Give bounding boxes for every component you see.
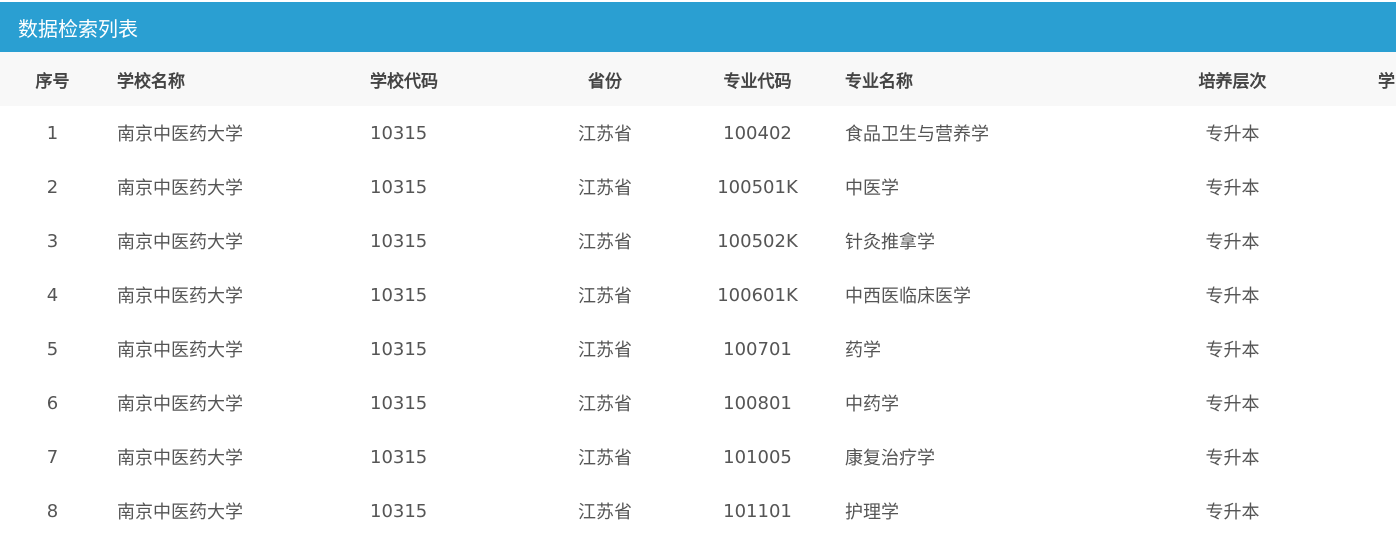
cell-index: 3 <box>46 230 59 252</box>
table-row: 1 南京中医药大学 10315 江苏省 100402 食品卫生与营养学 专升本 … <box>0 106 1396 160</box>
table-row: 3 南京中医药大学 10315 江苏省 100502K 针灸推拿学 专升本 业余 <box>0 214 1396 268</box>
cell-major-name: 针灸推拿学 <box>845 232 935 253</box>
cell-index: 5 <box>46 338 59 360</box>
header-row: 序号 学校名称 学校代码 省份 专业代码 专业名称 培养层次 学习形式 <box>0 52 1396 106</box>
header-index: 序号 <box>0 52 105 106</box>
cell-province: 江苏省 <box>578 286 632 307</box>
cell-school-code: 10315 <box>370 284 428 306</box>
results-table: 序号 学校名称 学校代码 省份 专业代码 专业名称 培养层次 学习形式 1 南京… <box>0 52 1396 538</box>
cell-index: 2 <box>46 176 59 198</box>
cell-major-code: 100701 <box>723 338 792 360</box>
cell-major-code: 100801 <box>723 392 792 414</box>
cell-school-code: 10315 <box>370 446 428 468</box>
table-row: 7 南京中医药大学 10315 江苏省 101005 康复治疗学 专升本 业余 <box>0 430 1396 484</box>
cell-major-code: 100502K <box>717 230 798 252</box>
cell-training-level: 专升本 <box>1205 286 1260 307</box>
cell-study-mode: 业余 <box>1310 160 1396 214</box>
cell-province: 江苏省 <box>578 448 632 469</box>
cell-school-code: 10315 <box>370 230 428 252</box>
cell-study-mode: 函授 <box>1310 376 1396 430</box>
cell-school-code: 10315 <box>370 338 428 360</box>
cell-training-level: 专升本 <box>1205 340 1260 361</box>
cell-school-name: 南京中医药大学 <box>117 502 243 523</box>
panel-title: 数据检索列表 <box>18 16 138 41</box>
cell-school-name: 南京中医药大学 <box>117 232 243 253</box>
cell-school-name: 南京中医药大学 <box>117 178 243 199</box>
cell-index: 1 <box>46 122 59 144</box>
cell-study-mode: 函授 <box>1310 106 1396 160</box>
cell-index: 4 <box>46 284 59 306</box>
cell-school-code: 10315 <box>370 176 428 198</box>
header-major-code: 专业代码 <box>690 52 825 106</box>
cell-study-mode: 业余 <box>1310 430 1396 484</box>
cell-study-mode: 业余 <box>1310 268 1396 322</box>
cell-major-name: 中医学 <box>845 178 899 199</box>
header-major-name: 专业名称 <box>825 52 1155 106</box>
panel-header: 数据检索列表 <box>0 0 1396 52</box>
cell-school-code: 10315 <box>370 500 428 522</box>
cell-school-name: 南京中医药大学 <box>117 124 243 145</box>
search-results-panel: 数据检索列表 序号 学校名称 学校代码 省份 专业代码 专业名称 培养层次 学习… <box>0 0 1396 542</box>
cell-major-name: 护理学 <box>845 502 899 523</box>
cell-major-name: 食品卫生与营养学 <box>845 124 989 145</box>
cell-school-name: 南京中医药大学 <box>117 340 243 361</box>
cell-province: 江苏省 <box>578 502 632 523</box>
table-body: 1 南京中医药大学 10315 江苏省 100402 食品卫生与营养学 专升本 … <box>0 106 1396 538</box>
table-row: 2 南京中医药大学 10315 江苏省 100501K 中医学 专升本 业余 <box>0 160 1396 214</box>
cell-province: 江苏省 <box>578 340 632 361</box>
cell-training-level: 专升本 <box>1205 448 1260 469</box>
cell-school-name: 南京中医药大学 <box>117 286 243 307</box>
cell-province: 江苏省 <box>578 232 632 253</box>
header-training-level: 培养层次 <box>1155 52 1310 106</box>
cell-school-name: 南京中医药大学 <box>117 394 243 415</box>
cell-study-mode: 业余 <box>1310 214 1396 268</box>
cell-school-name: 南京中医药大学 <box>117 448 243 469</box>
cell-index: 8 <box>46 500 59 522</box>
cell-study-mode: 函授 <box>1310 484 1396 538</box>
cell-index: 6 <box>46 392 59 414</box>
cell-training-level: 专升本 <box>1205 394 1260 415</box>
header-school-code: 学校代码 <box>352 52 520 106</box>
cell-major-name: 中西医临床医学 <box>845 286 971 307</box>
cell-major-code: 101101 <box>723 500 792 522</box>
header-province: 省份 <box>520 52 690 106</box>
table-header: 序号 学校名称 学校代码 省份 专业代码 专业名称 培养层次 学习形式 <box>0 52 1396 106</box>
cell-major-code: 100501K <box>717 176 798 198</box>
cell-province: 江苏省 <box>578 178 632 199</box>
cell-major-name: 康复治疗学 <box>845 448 935 469</box>
cell-training-level: 专升本 <box>1205 178 1260 199</box>
cell-province: 江苏省 <box>578 124 632 145</box>
cell-training-level: 专升本 <box>1205 502 1260 523</box>
cell-index: 7 <box>46 446 59 468</box>
cell-training-level: 专升本 <box>1205 232 1260 253</box>
cell-major-code: 100601K <box>717 284 798 306</box>
cell-study-mode: 函授 <box>1310 322 1396 376</box>
cell-major-name: 中药学 <box>845 394 899 415</box>
cell-major-code: 101005 <box>723 446 792 468</box>
header-study-mode: 学习形式 <box>1310 52 1396 106</box>
cell-school-code: 10315 <box>370 122 428 144</box>
table-row: 8 南京中医药大学 10315 江苏省 101101 护理学 专升本 函授 <box>0 484 1396 538</box>
table-row: 5 南京中医药大学 10315 江苏省 100701 药学 专升本 函授 <box>0 322 1396 376</box>
table-row: 4 南京中医药大学 10315 江苏省 100601K 中西医临床医学 专升本 … <box>0 268 1396 322</box>
header-school-name: 学校名称 <box>105 52 352 106</box>
cell-training-level: 专升本 <box>1205 124 1260 145</box>
cell-province: 江苏省 <box>578 394 632 415</box>
table-row: 6 南京中医药大学 10315 江苏省 100801 中药学 专升本 函授 <box>0 376 1396 430</box>
cell-school-code: 10315 <box>370 392 428 414</box>
cell-major-code: 100402 <box>723 122 792 144</box>
cell-major-name: 药学 <box>845 340 881 361</box>
